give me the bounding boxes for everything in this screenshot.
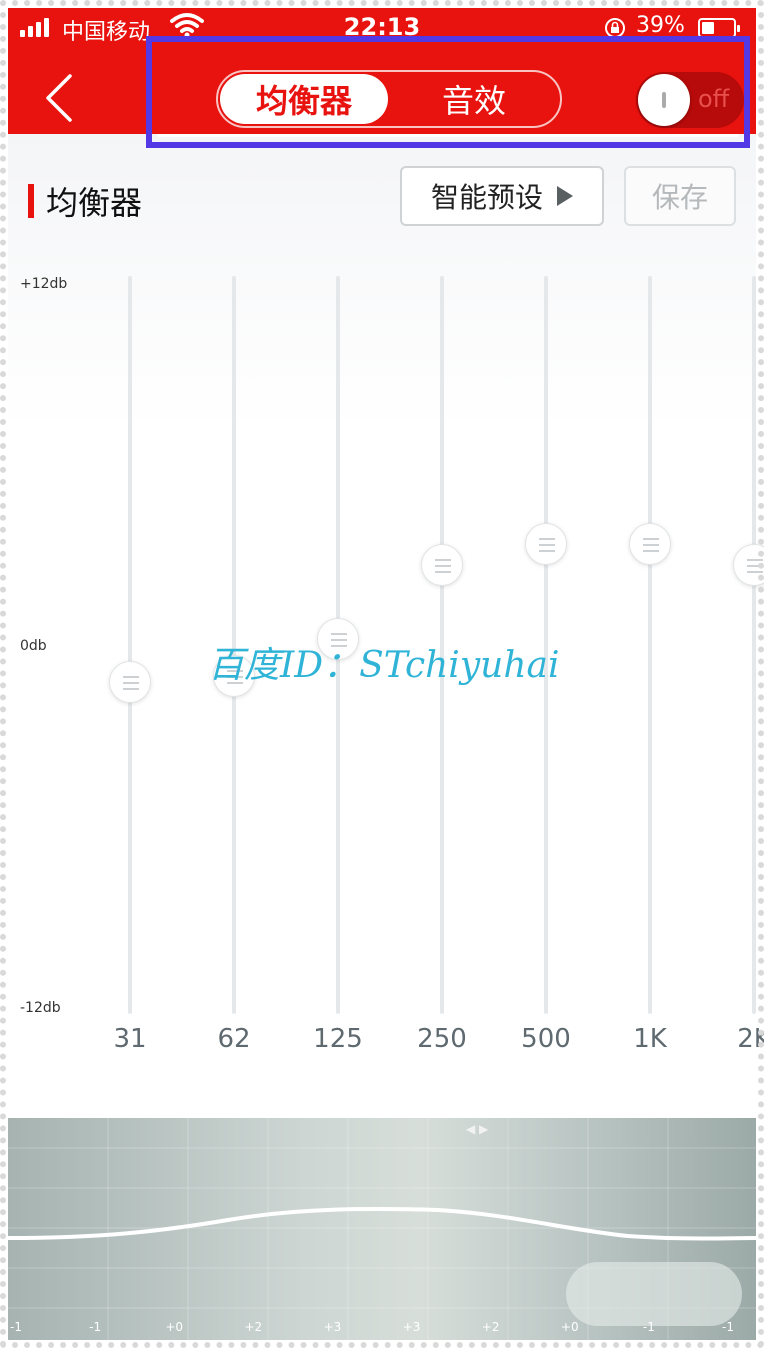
eq-frequency-label: 250 xyxy=(417,1024,467,1054)
eq-slider-thumb-500[interactable] xyxy=(525,522,567,565)
eq-frequency-label: 62 xyxy=(217,1024,251,1054)
eq-slider-track-31[interactable] xyxy=(128,276,132,1014)
tab-underline xyxy=(158,134,738,137)
eq-curve-panel[interactable]: ◀ ▶ -1 -1 +0 +2 +3 +3 +2 +0 -1 -1 xyxy=(8,1118,756,1340)
curve-tick-label: -1 xyxy=(10,1320,22,1334)
back-chevron-icon[interactable] xyxy=(36,70,80,126)
eq-frequency-label: 31 xyxy=(113,1024,147,1054)
eq-slider-thumb-250[interactable] xyxy=(421,544,463,587)
eq-slider-track-2K[interactable] xyxy=(752,276,756,1014)
watermark-text: 百度ID：STchiyuhai xyxy=(208,645,560,686)
equalizer-content: 均衡器 智能预设 保存 +12db 0db -12db 31 62 125 250 50… xyxy=(8,134,764,1118)
curve-tick-label: +2 xyxy=(481,1320,500,1334)
curve-tick-label: -1 xyxy=(722,1320,734,1334)
section-title: 均衡器 xyxy=(46,184,143,222)
curve-tick-label: +0 xyxy=(165,1320,184,1334)
save-button[interactable]: 保存 xyxy=(624,166,736,226)
battery-percent: 39% xyxy=(636,13,685,38)
curve-tick-label: -1 xyxy=(89,1320,102,1334)
section-header: 均衡器 xyxy=(28,178,142,224)
curve-tick-label: -1 xyxy=(642,1320,655,1334)
scroll-arrows-icon[interactable]: ◀ ▶ xyxy=(466,1122,488,1136)
smart-preset-button[interactable]: 智能预设 xyxy=(400,166,604,226)
eq-slider-track-1K[interactable] xyxy=(648,276,652,1014)
eq-frequency-label: 1K xyxy=(633,1024,667,1054)
play-arrow-icon xyxy=(557,186,573,206)
viewport-handle[interactable] xyxy=(566,1262,742,1326)
db-label-top: +12db xyxy=(20,276,68,292)
eq-curve-line xyxy=(8,1207,756,1241)
curve-tick-label: +3 xyxy=(402,1320,421,1334)
db-label-bottom: -12db xyxy=(20,1000,61,1016)
curve-tick-label: +2 xyxy=(244,1320,263,1334)
eq-frequency-label: 125 xyxy=(313,1024,363,1054)
eq-slider-thumb-2K[interactable] xyxy=(733,544,764,587)
section-accent-bar xyxy=(28,184,34,218)
curve-tick-label: +3 xyxy=(323,1320,342,1334)
curve-tick-label: +0 xyxy=(560,1320,579,1334)
eq-frequency-label: 500 xyxy=(521,1024,571,1054)
eq-frequency-label: 2K xyxy=(737,1024,764,1054)
annotation-highlight-box xyxy=(146,36,750,148)
eq-slider-thumb-1K[interactable] xyxy=(629,522,671,565)
eq-slider-thumb-31[interactable] xyxy=(109,660,151,703)
db-label-mid: 0db xyxy=(20,638,47,654)
battery-icon xyxy=(698,18,740,38)
smart-preset-label: 智能预设 xyxy=(430,181,543,214)
